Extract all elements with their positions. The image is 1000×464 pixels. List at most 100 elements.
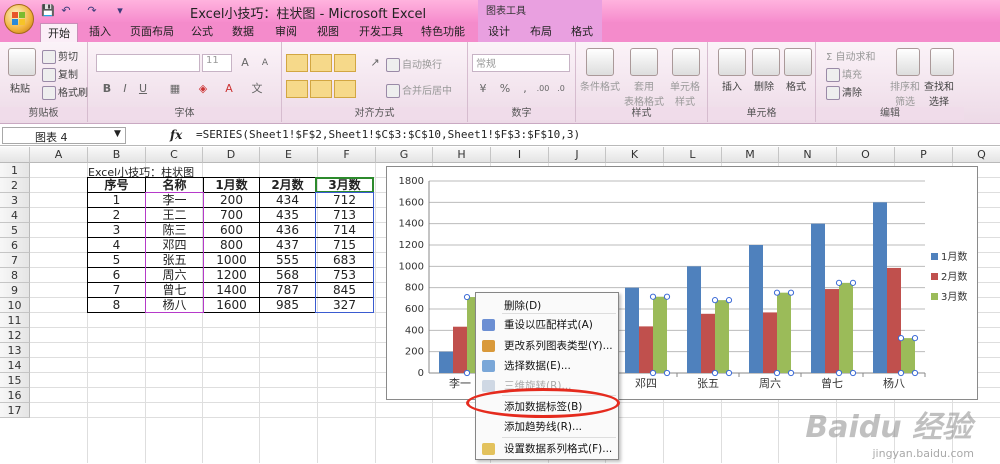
legend-label[interactable]: 1月数 xyxy=(941,250,967,263)
name-box[interactable]: 图表 4 xyxy=(2,127,126,144)
shrink-font-icon[interactable]: A xyxy=(256,54,274,72)
paste-icon[interactable] xyxy=(8,48,36,76)
currency-icon[interactable]: ¥ xyxy=(474,80,492,98)
format-cells-button[interactable]: 格式 xyxy=(786,78,806,93)
save-icon[interactable]: 💾 xyxy=(40,3,56,18)
selection-handle[interactable] xyxy=(725,297,733,304)
fill-color-icon[interactable]: ◈ xyxy=(194,80,212,98)
column-header[interactable]: G xyxy=(376,147,433,163)
selection-handle[interactable] xyxy=(835,369,843,377)
context-menu-item-7[interactable]: 设置数据系列格式(F)... xyxy=(476,439,618,459)
column-header[interactable]: E xyxy=(260,147,318,163)
selection-handle[interactable] xyxy=(787,289,795,296)
selection-handle[interactable] xyxy=(663,293,671,300)
table-cell[interactable]: 985 xyxy=(260,298,316,313)
table-cell[interactable]: 1000 xyxy=(204,253,260,268)
selection-handle[interactable] xyxy=(897,335,905,342)
selection-handle[interactable] xyxy=(849,279,857,286)
table-header-cell[interactable]: 序号 xyxy=(88,178,146,193)
context-menu-item-1[interactable]: 重设以匹配样式(A) xyxy=(476,315,618,335)
selection-handle[interactable] xyxy=(649,369,657,377)
align-right-icon[interactable] xyxy=(334,80,356,98)
context-menu-item-3[interactable]: 选择数据(E)... xyxy=(476,356,618,376)
row-header[interactable]: 4 xyxy=(0,208,30,223)
selection-handle[interactable] xyxy=(725,369,733,377)
align-bottom-icon[interactable] xyxy=(334,54,356,72)
delete-cells-button[interactable]: 删除 xyxy=(754,78,774,93)
phonetic-icon[interactable]: 文 xyxy=(248,80,266,98)
column-header[interactable]: C xyxy=(146,147,203,163)
selection-handle[interactable] xyxy=(649,293,657,300)
bar-2月数-周六[interactable] xyxy=(763,312,777,373)
paste-button[interactable]: 粘贴 xyxy=(10,80,30,95)
table-cell[interactable]: 200 xyxy=(204,193,260,208)
bar-1月数-曾七[interactable] xyxy=(811,223,825,373)
name-box-dropdown-icon[interactable]: ▼ xyxy=(114,129,121,139)
format-as-table-button[interactable]: 套用 表格格式 xyxy=(624,78,664,108)
selection-handle[interactable] xyxy=(773,289,781,296)
tab-8[interactable]: 特色功能 xyxy=(421,22,465,42)
context-menu-item-6[interactable]: 添加趋势线(R)... xyxy=(476,417,618,437)
table-cell[interactable]: 555 xyxy=(260,253,316,268)
align-middle-icon[interactable] xyxy=(310,54,332,72)
percent-icon[interactable]: % xyxy=(496,80,514,98)
table-cell[interactable]: 436 xyxy=(260,223,316,238)
tab-4[interactable]: 数据 xyxy=(232,22,254,42)
conditional-format-icon[interactable] xyxy=(586,48,614,76)
table-cell[interactable]: 568 xyxy=(260,268,316,283)
legend-label[interactable]: 2月数 xyxy=(941,270,967,283)
row-header[interactable]: 10 xyxy=(0,298,30,313)
table-cell[interactable]: 6 xyxy=(88,268,146,283)
selection-handle[interactable] xyxy=(787,369,795,377)
selection-handle[interactable] xyxy=(835,279,843,286)
column-header[interactable]: A xyxy=(30,147,88,163)
table-cell[interactable]: 1 xyxy=(88,193,146,208)
bar-3月数-周六[interactable] xyxy=(777,292,791,373)
row-header[interactable]: 12 xyxy=(0,328,30,343)
merge-center-button[interactable]: 合并后居中 xyxy=(386,82,452,98)
delete-cells-icon[interactable] xyxy=(752,48,780,76)
bar-3月数-曾七[interactable] xyxy=(839,282,853,373)
tab-7[interactable]: 开发工具 xyxy=(359,22,403,42)
column-header[interactable]: J xyxy=(549,147,606,163)
selection-handle[interactable] xyxy=(711,297,719,304)
office-button[interactable] xyxy=(4,4,34,34)
bar-2月数-李一[interactable] xyxy=(453,326,467,373)
font-color-icon[interactable]: A xyxy=(220,80,238,98)
table-cell[interactable]: 3 xyxy=(88,223,146,238)
row-header[interactable]: 8 xyxy=(0,268,30,283)
table-cell[interactable]: 700 xyxy=(204,208,260,223)
cut-button[interactable]: 剪切 xyxy=(42,48,78,64)
selection-handle[interactable] xyxy=(911,369,919,377)
tab-0[interactable]: 开始 xyxy=(40,23,78,43)
selection-handle[interactable] xyxy=(663,369,671,377)
table-cell[interactable]: 5 xyxy=(88,253,146,268)
column-header[interactable]: I xyxy=(491,147,549,163)
row-header[interactable]: 3 xyxy=(0,193,30,208)
number-format-box[interactable]: 常规 xyxy=(472,54,570,72)
table-cell[interactable]: 1400 xyxy=(204,283,260,298)
tab-9[interactable]: 设计 xyxy=(488,22,510,42)
bar-3月数-邓四[interactable] xyxy=(653,296,667,373)
autosum-button[interactable]: Σ 自动求和 xyxy=(826,48,876,63)
align-center-icon[interactable] xyxy=(310,80,332,98)
row-header[interactable]: 1 xyxy=(0,163,30,178)
table-header-cell[interactable]: 1月数 xyxy=(204,178,260,193)
row-header[interactable]: 11 xyxy=(0,313,30,328)
formula-input[interactable]: =SERIES(Sheet1!$F$2,Sheet1!$C$3:$C$10,Sh… xyxy=(196,128,580,141)
row-header[interactable]: 15 xyxy=(0,373,30,388)
column-header[interactable]: H xyxy=(433,147,491,163)
customize-quick-access-icon[interactable]: ▾ xyxy=(112,3,128,18)
comma-icon[interactable]: , xyxy=(516,80,534,98)
selection-handle[interactable] xyxy=(711,369,719,377)
clear-button[interactable]: 清除 xyxy=(826,84,862,100)
table-cell[interactable]: 4 xyxy=(88,238,146,253)
orientation-icon[interactable]: ↗ xyxy=(366,54,384,72)
column-header[interactable]: O xyxy=(837,147,895,163)
binoculars-icon[interactable] xyxy=(930,48,954,76)
table-header-cell[interactable]: 名称 xyxy=(146,178,204,193)
row-header[interactable]: 5 xyxy=(0,223,30,238)
selection-handle[interactable] xyxy=(911,335,919,342)
table-header-cell[interactable]: 2月数 xyxy=(260,178,316,193)
selection-handle[interactable] xyxy=(897,369,905,377)
